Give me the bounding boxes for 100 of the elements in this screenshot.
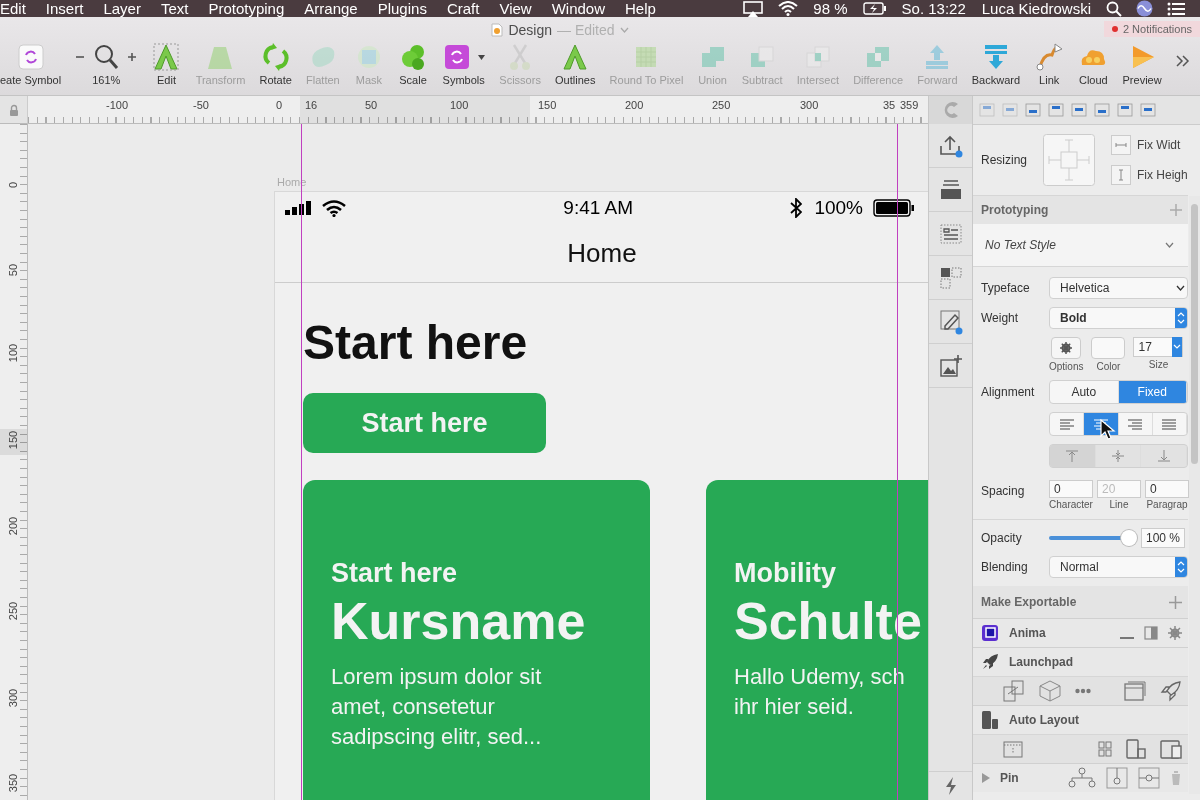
menu-item[interactable]: Insert — [33, 0, 92, 17]
add-icon[interactable] — [1170, 204, 1182, 216]
typeface-dropdown[interactable]: Helvetica — [1049, 277, 1188, 299]
lock-icon[interactable] — [8, 103, 19, 116]
spacing-field[interactable]: 20 — [1097, 480, 1141, 498]
menu-item[interactable]: Layer — [91, 0, 149, 17]
menu-item[interactable]: Window — [539, 0, 613, 17]
tool-button[interactable]: Link — [1034, 43, 1065, 86]
rotate-icon — [260, 43, 291, 71]
size-label: Size — [1148, 359, 1169, 370]
menu-item[interactable]: Prototyping — [196, 0, 293, 17]
slider-thumb[interactable] — [1121, 530, 1137, 546]
menu-item[interactable]: Text — [148, 0, 197, 17]
devices-icon[interactable] — [1126, 739, 1146, 759]
siri-icon[interactable] — [1136, 0, 1153, 17]
devices-icon[interactable] — [1160, 739, 1182, 759]
grid-icon[interactable] — [938, 265, 963, 290]
menu-item[interactable]: View — [487, 0, 540, 17]
options-button[interactable] — [1051, 337, 1082, 359]
alignment-mode-tab[interactable]: Fixed — [1118, 381, 1187, 403]
add-image-icon[interactable] — [938, 353, 963, 378]
tool-button[interactable]: Edit — [151, 43, 182, 86]
tool-button[interactable]: Backward — [971, 43, 1021, 86]
align-icon[interactable] — [1117, 103, 1133, 117]
justify-icon — [1162, 418, 1177, 430]
battery-icon — [873, 199, 915, 218]
align-icon[interactable] — [1048, 103, 1064, 117]
align-icon[interactable] — [979, 103, 995, 117]
signal-icon — [285, 201, 314, 216]
text-style-dropdown[interactable]: No Text Style — [973, 224, 1188, 267]
ruler-label: 0 — [276, 99, 283, 111]
scrollbar[interactable] — [1189, 196, 1200, 794]
tool-button[interactable]: 161% — [75, 43, 138, 86]
layers-icon[interactable] — [938, 178, 963, 201]
resize-option[interactable]: Fix Widt — [1111, 135, 1188, 155]
plugin-header[interactable]: Auto Layout — [973, 705, 1188, 734]
cube-icon[interactable] — [1039, 680, 1061, 702]
align-icon[interactable] — [1071, 103, 1087, 117]
tool-button[interactable]: Cloud — [1078, 43, 1109, 86]
add-icon[interactable] — [1169, 595, 1182, 609]
wifi-icon[interactable] — [778, 1, 799, 16]
tool-button[interactable]: Scale — [398, 43, 429, 86]
search-icon[interactable] — [1106, 0, 1122, 17]
size-field[interactable]: 17 — [1133, 337, 1184, 357]
panel-icon — [1144, 626, 1158, 640]
more-icon[interactable] — [1075, 688, 1091, 694]
menu-item[interactable]: Plugins — [365, 0, 435, 17]
menu-item[interactable]: Arrange — [292, 0, 366, 17]
pin-side-icon — [1138, 767, 1160, 789]
tool-button[interactable]: Symbols — [442, 43, 486, 86]
plugin-header[interactable]: Launchpad — [973, 647, 1188, 676]
edit-icon[interactable] — [938, 308, 963, 335]
window-icon[interactable] — [1124, 681, 1146, 701]
menu-item[interactable]: Edit — [0, 0, 34, 17]
align-right-icon — [1128, 418, 1143, 430]
battery-percent: 100% — [814, 197, 863, 220]
plugin-header[interactable]: Anima — [973, 618, 1188, 647]
plus-icon[interactable] — [127, 52, 138, 62]
nav-title: Home — [567, 237, 637, 269]
tool-button[interactable]: Rotate — [259, 43, 292, 86]
opacity-field[interactable]: 100 % — [1141, 528, 1186, 548]
user-name[interactable]: Luca Kiedrowski — [981, 0, 1091, 17]
spacing-field[interactable]: 0 — [1049, 480, 1093, 498]
lightning-icon[interactable] — [944, 777, 957, 795]
flow-icon[interactable] — [1003, 680, 1025, 702]
ruler-label: 16 — [305, 99, 318, 111]
alignment-mode-control[interactable]: Auto Fixed — [1049, 380, 1188, 404]
resize-option[interactable]: Fix Heigh — [1111, 165, 1188, 185]
align-top-icon — [1066, 450, 1079, 462]
color-swatch[interactable] — [1091, 337, 1126, 359]
weight-dropdown[interactable]: Bold — [1049, 307, 1188, 329]
align-icon[interactable] — [1094, 103, 1110, 117]
list-icon[interactable] — [1167, 1, 1185, 16]
alignment-mode-tab[interactable]: Auto — [1050, 381, 1119, 403]
chevron-icon[interactable] — [619, 27, 629, 33]
text-list-icon[interactable] — [938, 222, 963, 245]
battery-icon[interactable] — [862, 2, 887, 15]
tool-button[interactable]: Outlines — [555, 43, 596, 86]
blending-dropdown[interactable]: Normal — [1049, 556, 1188, 578]
airplay-icon[interactable] — [742, 0, 765, 17]
rocket-icon[interactable] — [1160, 680, 1182, 702]
opacity-slider[interactable] — [1049, 530, 1137, 546]
align-icon[interactable] — [1025, 103, 1041, 117]
align-icon[interactable] — [1140, 103, 1156, 117]
spacing-field[interactable]: 0 — [1145, 480, 1189, 498]
menu-item[interactable]: Help — [613, 0, 664, 17]
folder-icon[interactable] — [1003, 739, 1023, 759]
overflow-icon[interactable] — [1175, 55, 1190, 67]
export-icon[interactable] — [938, 133, 963, 158]
align-icon[interactable] — [1002, 103, 1018, 117]
ruler-label: 0 — [7, 180, 19, 191]
notifications-badge[interactable]: 2 Notifications — [1103, 21, 1200, 37]
menu-clock[interactable]: So. 13:22 — [901, 0, 966, 17]
plugin-header[interactable]: Pin — [973, 763, 1188, 792]
tool-button[interactable]: Preview — [1122, 43, 1162, 86]
menu-item[interactable]: Craft — [434, 0, 488, 17]
tool-button[interactable]: eate Symbol — [0, 43, 62, 86]
trash-icon — [1170, 770, 1182, 786]
spacing-caption: Line — [1109, 499, 1129, 510]
ruler-label: -100 — [106, 99, 129, 111]
